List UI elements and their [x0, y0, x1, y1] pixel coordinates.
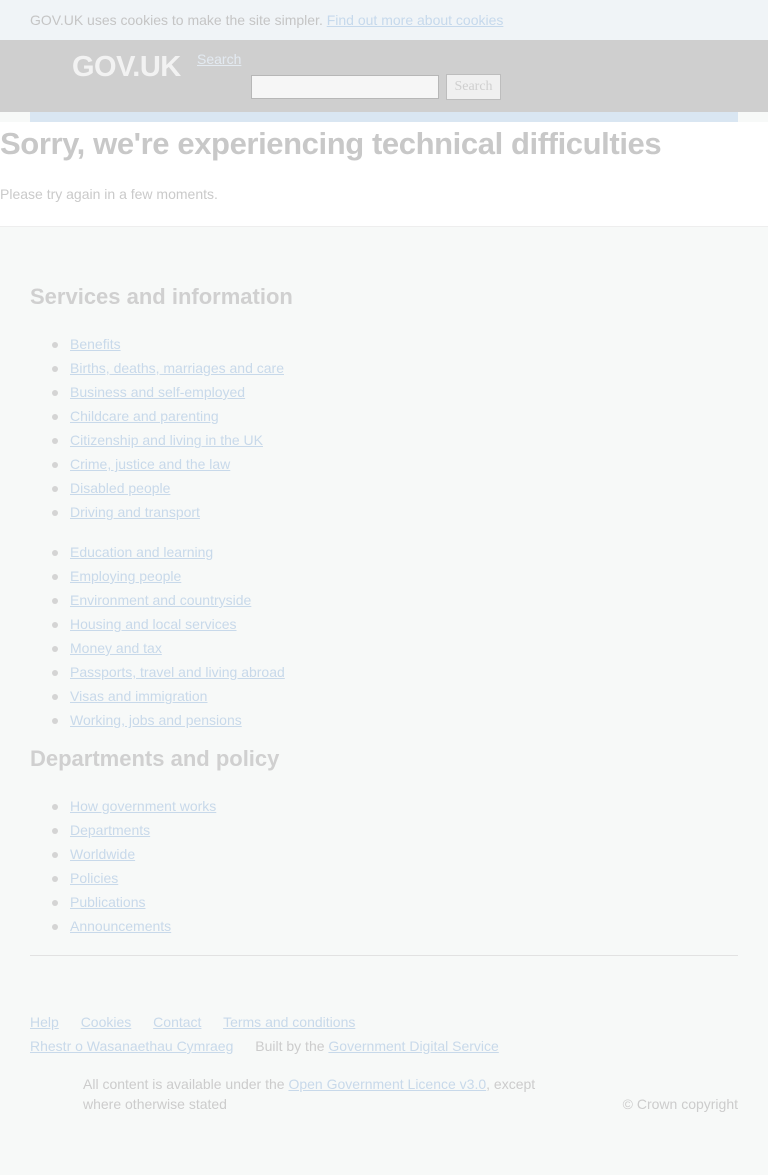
ogl-link[interactable]: Open Government Licence v3.0 — [288, 1076, 486, 1092]
list-item: Worldwide — [30, 842, 430, 866]
departments-heading: Departments and policy — [30, 746, 280, 771]
site-header: GOV.UK Search Search — [0, 40, 768, 112]
service-link[interactable]: Working, jobs and pensions — [70, 712, 242, 728]
gds-link[interactable]: Government Digital Service — [328, 1038, 498, 1054]
service-link[interactable]: Disabled people — [70, 480, 170, 496]
departments-list: How government works Departments Worldwi… — [30, 794, 430, 938]
list-item: Crime, justice and the law — [30, 452, 430, 476]
footer-links-row: Help Cookies Contact Terms and condition… — [30, 1010, 517, 1034]
department-link[interactable]: Departments — [70, 822, 150, 838]
list-item: Environment and countryside — [30, 588, 430, 612]
list-item: Publications — [30, 890, 430, 914]
list-item: Employing people — [30, 564, 430, 588]
list-item: Announcements — [30, 914, 430, 938]
govuk-logo[interactable]: GOV.UK — [72, 51, 181, 84]
services-list-2: Education and learning Employing people … — [30, 540, 430, 732]
service-link[interactable]: Births, deaths, marriages and care — [70, 360, 284, 376]
built-by-text: Built by the — [255, 1038, 325, 1054]
list-item: Disabled people — [30, 476, 430, 500]
terms-link[interactable]: Terms and conditions — [223, 1014, 355, 1030]
help-link[interactable]: Help — [30, 1014, 59, 1030]
department-link[interactable]: How government works — [70, 798, 216, 814]
list-item: How government works — [30, 794, 430, 818]
list-item: Working, jobs and pensions — [30, 708, 430, 732]
search-button[interactable]: Search — [446, 74, 501, 100]
list-item: Money and tax — [30, 636, 430, 660]
service-link[interactable]: Citizenship and living in the UK — [70, 432, 263, 448]
footer-links-row-2: Rhestr o Wasanaethau Cymraeg Built by th… — [30, 1034, 517, 1058]
list-item: Education and learning — [30, 540, 430, 564]
cookie-banner: GOV.UK uses cookies to make the site sim… — [0, 0, 768, 40]
service-link[interactable]: Benefits — [70, 336, 121, 352]
licence-prefix: All content is available under the — [83, 1076, 285, 1092]
list-item: Driving and transport — [30, 500, 430, 524]
department-link[interactable]: Announcements — [70, 918, 171, 934]
service-link[interactable]: Environment and countryside — [70, 592, 251, 608]
service-link[interactable]: Driving and transport — [70, 504, 200, 520]
department-link[interactable]: Publications — [70, 894, 146, 910]
cookie-info-link[interactable]: Find out more about cookies — [327, 12, 504, 28]
service-link[interactable]: Childcare and parenting — [70, 408, 219, 424]
footer-meta: Help Cookies Contact Terms and condition… — [30, 1010, 517, 1058]
service-link[interactable]: Education and learning — [70, 544, 213, 560]
header-accent-bar — [30, 112, 738, 122]
list-item: Citizenship and living in the UK — [30, 428, 430, 452]
cookie-banner-text: GOV.UK uses cookies to make the site sim… — [30, 12, 323, 28]
service-link[interactable]: Business and self-employed — [70, 384, 245, 400]
page-title: Sorry, we're experiencing technical diff… — [0, 126, 662, 161]
list-item: Visas and immigration — [30, 684, 430, 708]
list-item: Passports, travel and living abroad — [30, 660, 430, 684]
list-item: Benefits — [30, 332, 430, 356]
service-link[interactable]: Employing people — [70, 568, 181, 584]
licence-text: All content is available under the Open … — [83, 1074, 563, 1114]
list-item: Business and self-employed — [30, 380, 430, 404]
search-input[interactable] — [251, 75, 439, 99]
department-link[interactable]: Policies — [70, 870, 118, 886]
footer-divider — [30, 955, 738, 956]
services-heading: Services and information — [30, 284, 293, 309]
search-toggle-link[interactable]: Search — [197, 51, 241, 67]
cookies-link[interactable]: Cookies — [81, 1014, 132, 1030]
list-item: Childcare and parenting — [30, 404, 430, 428]
contact-link[interactable]: Contact — [153, 1014, 201, 1030]
crown-copyright[interactable]: © Crown copyright — [623, 1094, 738, 1114]
list-item: Policies — [30, 866, 430, 890]
list-item: Housing and local services — [30, 612, 430, 636]
main-content: Sorry, we're experiencing technical diff… — [0, 122, 768, 227]
service-link[interactable]: Visas and immigration — [70, 688, 207, 704]
department-link[interactable]: Worldwide — [70, 846, 135, 862]
service-link[interactable]: Housing and local services — [70, 616, 237, 632]
error-message: Please try again in a few moments. — [0, 186, 218, 202]
service-link[interactable]: Money and tax — [70, 640, 162, 656]
service-link[interactable]: Passports, travel and living abroad — [70, 664, 285, 680]
services-list-1: Benefits Births, deaths, marriages and c… — [30, 332, 430, 524]
welsh-services-link[interactable]: Rhestr o Wasanaethau Cymraeg — [30, 1038, 233, 1054]
service-link[interactable]: Crime, justice and the law — [70, 456, 230, 472]
list-item: Births, deaths, marriages and care — [30, 356, 430, 380]
list-item: Departments — [30, 818, 430, 842]
